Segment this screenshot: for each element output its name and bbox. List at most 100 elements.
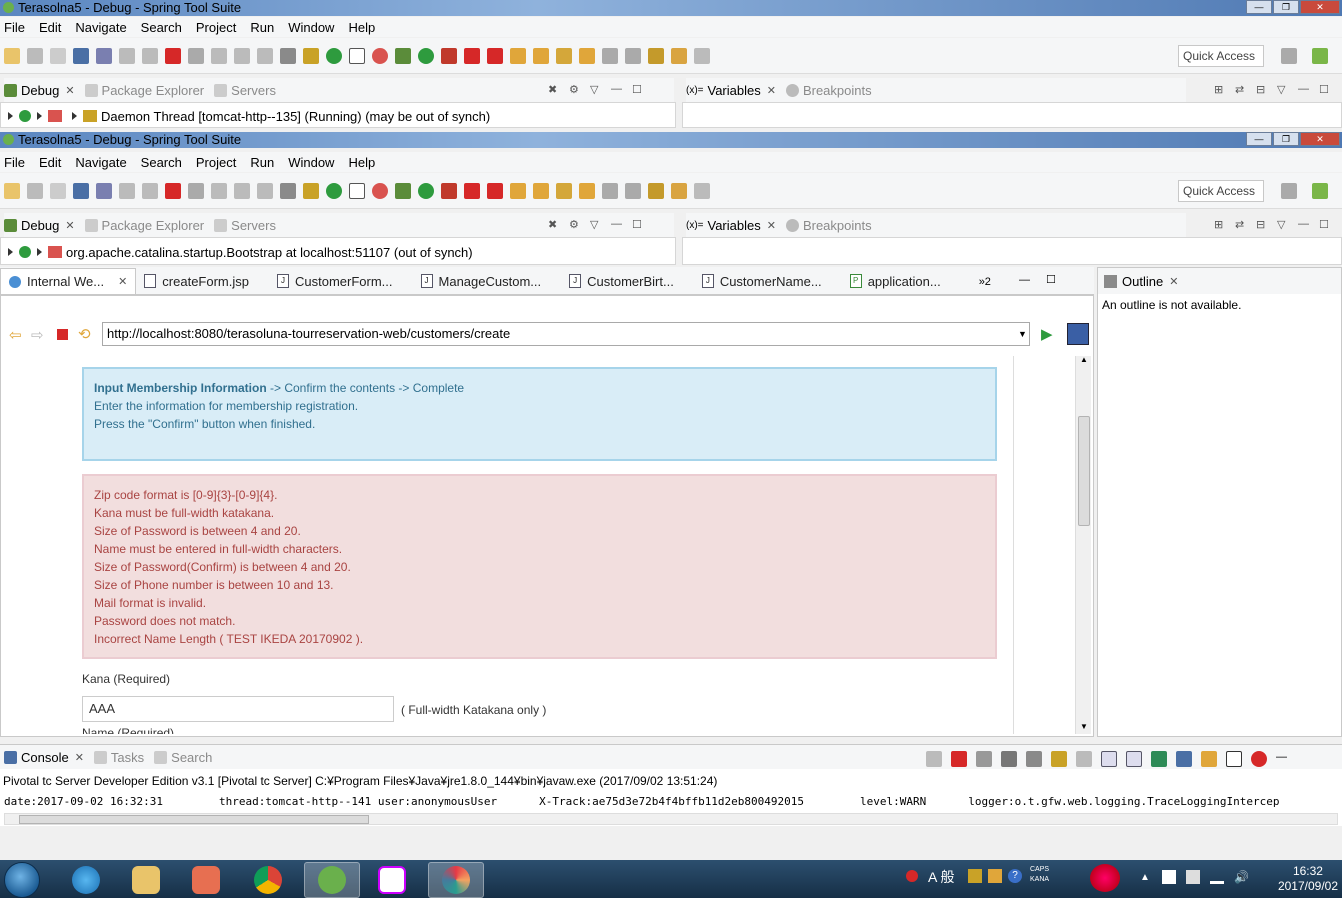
- scrollbar-thumb[interactable]: [1078, 416, 1090, 526]
- show-type-names-icon[interactable]: ⊞: [1214, 83, 1227, 96]
- tab-tasks[interactable]: Tasks: [93, 750, 144, 765]
- ime-indicator[interactable]: A 般: [928, 867, 954, 887]
- expand-icon[interactable]: [8, 248, 13, 256]
- minimize-editor-icon[interactable]: —: [1019, 274, 1030, 286]
- prev-annotation-icon[interactable]: [625, 47, 641, 64]
- close-icon[interactable]: ✕: [65, 84, 74, 97]
- toggle-view-icon[interactable]: [349, 182, 365, 199]
- open-folder-icon[interactable]: [579, 47, 595, 64]
- volume-icon[interactable]: 🔊: [1234, 870, 1249, 884]
- external-tools-icon[interactable]: [487, 182, 503, 199]
- expand-icon[interactable]: [72, 112, 77, 120]
- eclipse-browser-icon[interactable]: [1067, 323, 1089, 345]
- back-icon[interactable]: [671, 182, 687, 199]
- menu-file[interactable]: File: [4, 20, 25, 35]
- new-icon[interactable]: [4, 182, 20, 199]
- run-icon[interactable]: [418, 182, 434, 199]
- prev-annotation-icon[interactable]: [625, 182, 641, 199]
- tab-customername[interactable]: J CustomerName...: [694, 268, 830, 294]
- save-icon[interactable]: [27, 182, 43, 199]
- menu-help[interactable]: Help: [348, 155, 375, 170]
- disconnect-icon[interactable]: [188, 47, 204, 64]
- tab-customerbirth[interactable]: J CustomerBirt...: [561, 268, 682, 294]
- step-over-icon[interactable]: [234, 47, 250, 64]
- external-tools-icon[interactable]: [487, 47, 503, 64]
- disconnect-icon[interactable]: [188, 182, 204, 199]
- ime-dict-icon[interactable]: [988, 869, 1002, 883]
- console-horizontal-scrollbar[interactable]: [4, 813, 1338, 825]
- url-dropdown-icon[interactable]: ▼: [1018, 329, 1027, 339]
- scroll-up-icon[interactable]: ▲: [1080, 355, 1088, 364]
- taskbar-media[interactable]: [178, 862, 234, 898]
- save-all-icon[interactable]: [50, 182, 66, 199]
- refresh-icon[interactable]: ⟲: [78, 325, 91, 343]
- menu-run[interactable]: Run: [250, 20, 274, 35]
- remove-launches-icon[interactable]: ✖: [548, 83, 561, 96]
- tab-servers[interactable]: Servers: [214, 218, 276, 233]
- word-wrap-icon[interactable]: [1076, 751, 1092, 767]
- minimize-view-icon[interactable]: —: [611, 218, 624, 230]
- minimize-button[interactable]: —: [1246, 0, 1272, 14]
- device-icon[interactable]: [1186, 870, 1200, 884]
- forward-icon[interactable]: [694, 182, 710, 199]
- collapse-all-icon[interactable]: ⊟: [1256, 218, 1269, 231]
- browser-vertical-scrollbar[interactable]: ▲ ▼: [1075, 355, 1091, 734]
- last-edit-icon[interactable]: [648, 182, 664, 199]
- tab-application[interactable]: Papplication...: [842, 268, 949, 294]
- menu-project[interactable]: Project: [196, 20, 236, 35]
- go-icon[interactable]: ▶: [1041, 325, 1053, 343]
- spring-perspective-icon[interactable]: [1312, 183, 1328, 199]
- suspend-icon[interactable]: [142, 182, 158, 199]
- search-icon[interactable]: [556, 182, 572, 199]
- tab-package-explorer[interactable]: Package Explorer: [84, 218, 204, 233]
- skip-breakpoints-icon[interactable]: [96, 47, 112, 64]
- drop-frame-icon[interactable]: [280, 47, 296, 64]
- open-folder-icon[interactable]: [579, 182, 595, 199]
- tab-customerform[interactable]: J CustomerForm...: [269, 268, 401, 294]
- show-hidden-icons[interactable]: ▲: [1140, 872, 1150, 883]
- alert-icon[interactable]: [906, 870, 918, 882]
- tab-debug[interactable]: Debug ✕: [4, 83, 75, 98]
- tab-variables[interactable]: (x)= Variables ✕: [686, 218, 776, 233]
- view-menu-icon[interactable]: ⚙: [569, 218, 582, 231]
- maximize-editor-icon[interactable]: ☐: [1046, 273, 1056, 286]
- menu-navigate[interactable]: Navigate: [75, 20, 126, 35]
- tab-createform-jsp[interactable]: createForm.jsp: [136, 268, 257, 294]
- chevron-down-icon[interactable]: ▽: [1277, 218, 1290, 231]
- tab-variables[interactable]: (x)= Variables ✕: [686, 83, 776, 98]
- spring-perspective-icon[interactable]: [1312, 48, 1328, 64]
- skip-breakpoints-icon[interactable]: [96, 182, 112, 199]
- scroll-lock-icon[interactable]: [1051, 751, 1067, 767]
- flag-icon[interactable]: [1162, 870, 1176, 884]
- minimize-view-icon[interactable]: —: [1298, 218, 1311, 230]
- quick-access-input[interactable]: Quick Access: [1178, 180, 1264, 202]
- last-edit-icon[interactable]: [648, 47, 664, 64]
- kana-input[interactable]: AAA: [82, 696, 394, 722]
- tab-debug[interactable]: Debug ✕: [4, 218, 75, 233]
- debug-icon[interactable]: [395, 47, 411, 64]
- forward-icon[interactable]: [694, 47, 710, 64]
- minimize-view-icon[interactable]: —: [611, 83, 624, 95]
- tab-search[interactable]: Search: [154, 750, 212, 765]
- maximize-view-icon[interactable]: ☐: [632, 83, 645, 96]
- start-button[interactable]: [4, 862, 40, 898]
- close-icon[interactable]: ✕: [118, 275, 127, 288]
- back-icon[interactable]: [671, 47, 687, 64]
- show-logical-icon[interactable]: ⇄: [1235, 83, 1248, 96]
- new-icon[interactable]: [4, 47, 20, 64]
- step-over-icon[interactable]: [234, 182, 250, 199]
- next-annotation-icon[interactable]: [602, 182, 618, 199]
- save-all-icon[interactable]: [50, 47, 66, 64]
- chevron-down-icon[interactable]: ▽: [590, 218, 603, 231]
- show-on-stderr-icon[interactable]: [1126, 751, 1142, 767]
- expand-icon[interactable]: [37, 112, 42, 120]
- terminate-icon[interactable]: [951, 751, 967, 767]
- chevron-down-icon[interactable]: ▽: [1277, 83, 1290, 96]
- menu-help[interactable]: Help: [348, 20, 375, 35]
- menu-edit[interactable]: Edit: [39, 155, 61, 170]
- close-icon[interactable]: ✕: [75, 751, 84, 764]
- minimize-view-icon[interactable]: —: [1298, 83, 1311, 95]
- print-icon[interactable]: [73, 47, 89, 64]
- remove-all-icon[interactable]: [1001, 751, 1017, 767]
- clear-console-icon[interactable]: [1026, 751, 1042, 767]
